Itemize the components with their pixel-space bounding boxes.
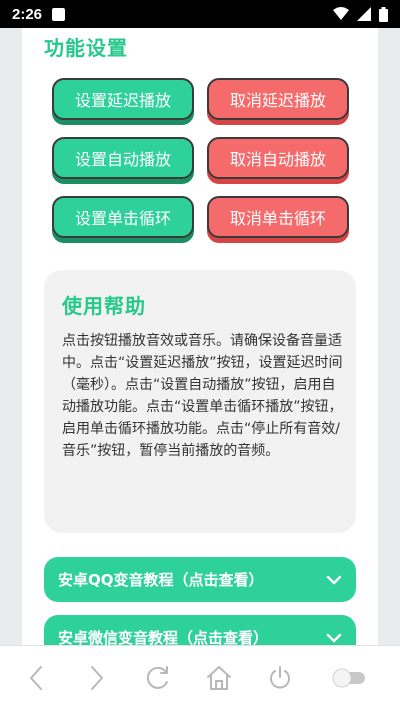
signal-icon: [357, 7, 371, 21]
wechat-voice-tutorial-accordion[interactable]: 安卓微信变音教程（点击查看）: [44, 615, 356, 645]
feature-settings-title: 功能设置: [44, 36, 128, 60]
help-box: 使用帮助 点击按钮播放音效或音乐。请确保设备音量适中。点击“设置延迟播放”按钮，…: [44, 270, 356, 533]
home-icon[interactable]: [205, 664, 233, 692]
back-icon[interactable]: [22, 664, 50, 692]
help-title: 使用帮助: [62, 294, 146, 318]
forward-icon[interactable]: [83, 664, 111, 692]
browser-toolbar: [0, 645, 400, 711]
wifi-icon: [333, 7, 349, 20]
status-time: 2:26: [12, 5, 43, 23]
power-icon[interactable]: [266, 664, 294, 692]
cancel-auto-play-button[interactable]: 取消自动播放: [207, 137, 349, 179]
set-click-loop-button[interactable]: 设置单击循环: [52, 196, 194, 238]
set-auto-play-button[interactable]: 设置自动播放: [52, 137, 194, 179]
toggle-icon[interactable]: [330, 664, 370, 692]
notification-icon: [52, 7, 66, 21]
battery-icon: [379, 6, 388, 22]
status-icons: [333, 6, 388, 22]
chevron-down-icon: [326, 575, 342, 584]
qq-voice-tutorial-accordion[interactable]: 安卓QQ变音教程（点击查看）: [44, 557, 356, 602]
accordion-label: 安卓微信变音教程（点击查看）: [58, 629, 269, 645]
status-bar: 2:26: [0, 0, 400, 28]
refresh-icon[interactable]: [144, 664, 172, 692]
help-text: 点击按钮播放音效或音乐。请确保设备音量适中。点击“设置延迟播放”按钮，设置延迟时…: [62, 333, 343, 459]
accordion-label: 安卓QQ变音教程（点击查看）: [58, 571, 264, 589]
cancel-delay-play-button[interactable]: 取消延迟播放: [207, 78, 349, 120]
set-delay-play-button[interactable]: 设置延迟播放: [52, 78, 194, 120]
chevron-down-icon: [326, 633, 342, 642]
content-card: 功能设置 设置延迟播放 取消延迟播放 设置自动播放 取消自动播放 设置单击循环 …: [22, 28, 378, 645]
cancel-click-loop-button[interactable]: 取消单击循环: [207, 196, 349, 238]
